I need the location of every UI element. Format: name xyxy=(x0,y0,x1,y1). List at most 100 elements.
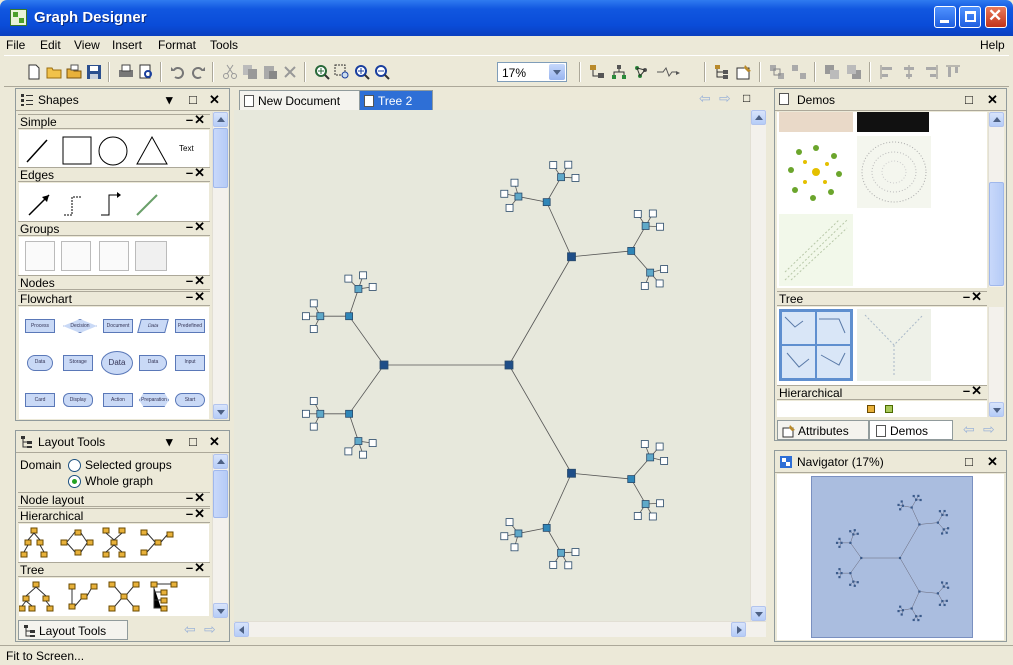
graph-node[interactable] xyxy=(641,500,650,508)
graph-node[interactable] xyxy=(571,548,580,556)
panel-menu-icon[interactable]: ▾ xyxy=(166,434,173,450)
tab-layout-tools[interactable]: Layout Tools xyxy=(18,620,128,640)
group-shape-1[interactable] xyxy=(25,241,55,271)
graph-node[interactable] xyxy=(571,174,580,182)
section-edges[interactable]: Edges –✕ xyxy=(18,165,210,182)
canvas-horizontal-scrollbar[interactable] xyxy=(234,621,766,637)
panel-close-icon[interactable]: ✕ xyxy=(209,434,220,450)
graph-node[interactable] xyxy=(640,282,649,290)
layout-scrollbar[interactable] xyxy=(212,454,228,618)
radio-selected-groups[interactable] xyxy=(68,459,81,472)
zoom-area-icon[interactable] xyxy=(314,64,330,80)
scroll-down-icon[interactable] xyxy=(989,402,1004,417)
group-icon[interactable] xyxy=(769,64,785,80)
step-edge-icon[interactable] xyxy=(101,194,117,216)
flowchart-shape[interactable]: Preparation xyxy=(139,393,169,407)
tree-layout-icon[interactable] xyxy=(18,581,54,612)
tab-prev-icon[interactable]: ⇦ xyxy=(184,621,196,638)
delete-icon[interactable] xyxy=(282,64,298,80)
graph-node[interactable] xyxy=(564,160,573,169)
graph-edge[interactable] xyxy=(348,364,385,415)
scroll-down-icon[interactable] xyxy=(213,603,228,618)
undo-icon[interactable] xyxy=(170,64,186,80)
graph-drawing[interactable] xyxy=(234,110,750,621)
graph-node[interactable] xyxy=(359,450,367,459)
cut-icon[interactable] xyxy=(222,64,238,80)
tab-new-document[interactable]: New Document xyxy=(239,90,361,110)
shapes-scrollbar[interactable] xyxy=(212,112,228,419)
graph-edge[interactable] xyxy=(348,315,385,366)
tab-tree-2[interactable]: Tree 2 xyxy=(359,90,433,110)
group-shape-4[interactable] xyxy=(135,241,167,271)
flowchart-shape[interactable]: Card xyxy=(25,393,55,407)
section-tree-layout[interactable]: Tree –✕ xyxy=(18,560,210,577)
graph-node[interactable] xyxy=(640,440,649,448)
hierarchical-right-left-icon[interactable] xyxy=(140,529,174,556)
graph-node[interactable] xyxy=(500,189,509,198)
graph-node[interactable] xyxy=(627,247,636,255)
demo-thumbnail[interactable] xyxy=(779,309,853,381)
graph-node[interactable] xyxy=(567,468,576,478)
graph-node[interactable] xyxy=(505,203,514,212)
panel-close-icon[interactable]: ✕ xyxy=(209,92,220,108)
menu-file[interactable]: File xyxy=(6,38,25,52)
zoom-select[interactable]: 17% xyxy=(497,62,567,82)
graph-node[interactable] xyxy=(648,512,657,521)
organic-layout-icon[interactable] xyxy=(633,64,649,80)
graph-node[interactable] xyxy=(646,268,655,277)
panel-menu-icon[interactable]: ▾ xyxy=(166,92,173,108)
graph-node[interactable] xyxy=(309,325,318,333)
scroll-up-icon[interactable] xyxy=(213,112,228,127)
graph-edge[interactable] xyxy=(546,473,572,529)
flowchart-shape[interactable]: Display xyxy=(63,393,93,407)
graph-node[interactable] xyxy=(655,279,664,288)
maximize-button[interactable] xyxy=(959,6,981,28)
close-button[interactable]: ✕ xyxy=(985,6,1007,28)
circle-shape[interactable] xyxy=(98,136,128,166)
graph-node[interactable] xyxy=(627,475,636,483)
graph-node[interactable] xyxy=(656,222,664,231)
panel-close-icon[interactable]: ✕ xyxy=(987,454,998,470)
open-folder-icon[interactable] xyxy=(46,64,62,80)
tab-attributes[interactable]: Attributes xyxy=(777,420,869,440)
scroll-up-icon[interactable] xyxy=(751,110,766,125)
menu-edit[interactable]: Edit xyxy=(40,38,61,52)
scroll-down-icon[interactable] xyxy=(751,606,766,621)
graph-node[interactable] xyxy=(504,360,514,370)
canvas-vertical-scrollbar[interactable] xyxy=(750,110,766,621)
tree-balloon-icon[interactable] xyxy=(68,583,98,610)
graph-node[interactable] xyxy=(309,397,318,405)
flowchart-shape[interactable]: Predefined xyxy=(175,319,205,333)
paste-icon[interactable] xyxy=(262,64,278,80)
group-shape-3[interactable] xyxy=(99,241,129,271)
hierarchical-left-right-icon[interactable] xyxy=(60,529,94,556)
line-shape[interactable] xyxy=(26,139,48,163)
menu-insert[interactable]: Insert xyxy=(112,38,142,52)
demo-thumbnail[interactable] xyxy=(857,136,931,208)
section-tree-demos[interactable]: Tree –✕ xyxy=(777,289,987,306)
align-left-icon[interactable] xyxy=(879,64,895,80)
scroll-thumb[interactable] xyxy=(213,470,228,518)
section-nodes[interactable]: Nodes –✕ xyxy=(18,273,210,290)
edge-route-icon[interactable] xyxy=(655,64,681,80)
graph-canvas[interactable] xyxy=(234,110,750,621)
send-back-icon[interactable] xyxy=(846,64,862,80)
orthogonal-edge-icon[interactable] xyxy=(64,196,82,216)
graph-node[interactable] xyxy=(557,173,565,182)
graph-node[interactable] xyxy=(301,312,310,321)
panel-maximize-icon[interactable]: □ xyxy=(965,92,973,107)
graph-edge[interactable] xyxy=(348,288,359,317)
flowchart-shape[interactable]: Start xyxy=(175,393,205,407)
scroll-up-icon[interactable] xyxy=(213,454,228,469)
tree-compact-icon[interactable] xyxy=(150,581,178,612)
demos-scrollbar-2[interactable] xyxy=(988,307,1004,417)
section-simple[interactable]: Simple –✕ xyxy=(18,112,210,129)
flowchart-shape[interactable]: Data xyxy=(101,351,133,375)
tab-prev-icon[interactable]: ⇦ xyxy=(963,421,975,438)
panel-maximize-icon[interactable]: □ xyxy=(189,434,197,449)
align-top-icon[interactable] xyxy=(945,64,961,80)
tree-radial-icon[interactable] xyxy=(108,581,140,612)
graph-edge[interactable] xyxy=(508,256,572,366)
scroll-left-icon[interactable] xyxy=(234,622,249,637)
flowchart-shape[interactable]: Data xyxy=(139,355,167,371)
